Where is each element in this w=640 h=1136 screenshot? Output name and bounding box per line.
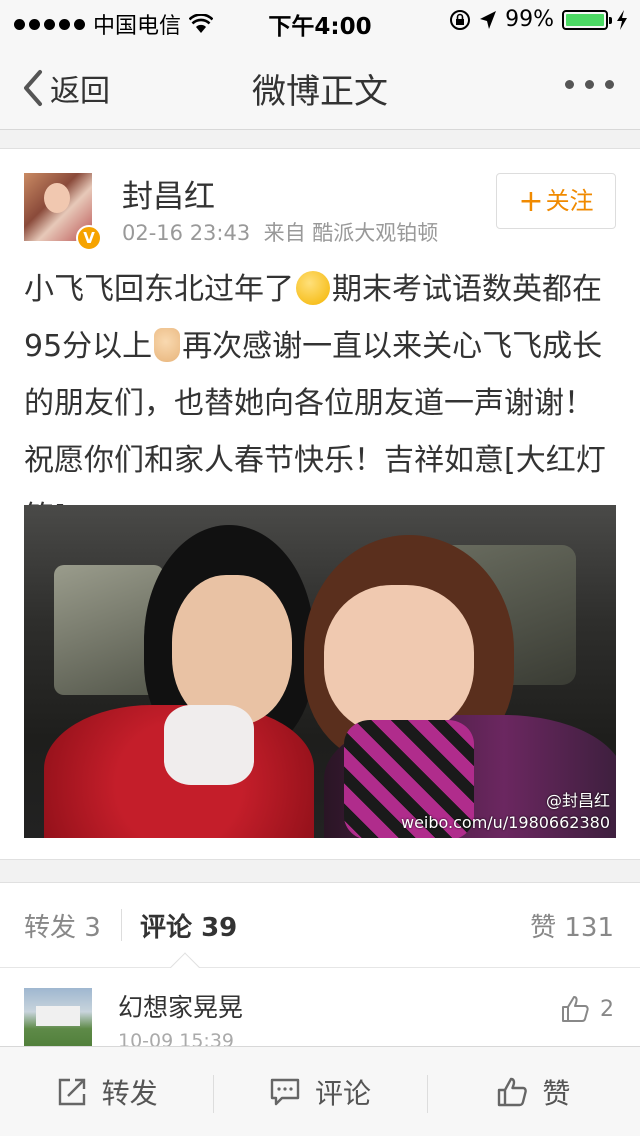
toolbar-divider — [213, 1075, 215, 1113]
nav-bar: 返回 微博正文 — [0, 40, 640, 130]
charging-bolt-icon — [617, 9, 627, 30]
battery-fill — [566, 13, 604, 26]
tab-reposts[interactable]: 转发 3 — [24, 907, 101, 944]
thumbs-up-emoji-icon — [154, 328, 181, 362]
watermark-url: weibo.com/u/1980662380 — [400, 813, 610, 832]
post-card: V 封昌红 02-16 23:43 来自 酷派大观铂顿 +关注 小飞飞回东北过年… — [0, 148, 640, 860]
post-source[interactable]: 酷派大观铂顿 — [312, 221, 438, 245]
toolbar-divider — [426, 1075, 428, 1113]
repost-label: 转发 — [101, 1076, 158, 1110]
status-bar-right: 99% — [449, 7, 628, 32]
page-title: 微博正文 — [252, 72, 388, 112]
follow-button[interactable]: +关注 — [496, 173, 616, 229]
battery-percent: 99% — [505, 7, 554, 32]
more-dot-icon — [565, 80, 574, 89]
follow-label: 关注 — [545, 187, 594, 215]
like-button[interactable]: 赞 — [426, 1047, 640, 1136]
post-text: 小飞飞回东北过年了 期末考试语数英都在95分以上 再次感谢一直以来关心飞飞成长的朋友… — [24, 261, 620, 546]
verified-badge-icon: V — [76, 225, 102, 251]
status-bar: 中国电信 下午4:00 99% — [0, 0, 640, 40]
more-options-button[interactable] — [565, 80, 614, 89]
comment-label: 评论 — [314, 1076, 371, 1110]
orientation-lock-icon — [450, 9, 471, 30]
image-watermark: @封昌红 weibo.com/u/1980662380 — [401, 790, 610, 834]
tab-likes[interactable]: 赞 131 — [530, 907, 614, 944]
more-dot-icon — [605, 80, 614, 89]
tab-comments-label: 评论 — [140, 913, 193, 943]
location-arrow-icon — [480, 10, 497, 29]
thumbs-up-icon — [498, 1077, 528, 1106]
comment-like-button[interactable]: 2 — [560, 994, 614, 1024]
more-dot-icon — [585, 80, 594, 89]
interaction-tabs: 转发 3 评论 39 赞 131 — [0, 882, 640, 984]
comment-icon — [270, 1078, 300, 1105]
comment-button[interactable]: 评论 — [213, 1047, 426, 1136]
tab-divider — [121, 909, 122, 941]
post-meta: 02-16 23:43 来自 酷派大观铂顿 — [122, 217, 438, 247]
post-time: 02-16 23:43 — [122, 221, 251, 245]
author-name[interactable]: 封昌红 — [122, 171, 215, 216]
tab-comments[interactable]: 评论 39 — [140, 907, 237, 944]
watermark-name: @封昌红 — [545, 791, 610, 810]
post-text-part: 小飞飞回东北过年了 — [24, 272, 294, 307]
commenter-name[interactable]: 幻想家晃晃 — [118, 988, 243, 1024]
repost-icon — [58, 1078, 85, 1105]
repost-button[interactable]: 转发 — [0, 1047, 213, 1136]
bottom-toolbar: 转发 评论 赞 — [0, 1046, 640, 1136]
like-label: 赞 — [542, 1076, 571, 1110]
blush-kiss-emoji-icon — [296, 271, 330, 305]
post-image[interactable]: @封昌红 weibo.com/u/1980662380 — [24, 505, 616, 838]
thumbs-up-icon — [562, 996, 589, 1022]
tab-comments-count: 39 — [201, 913, 238, 943]
comment-like-count: 2 — [600, 996, 614, 1022]
battery-icon — [562, 9, 612, 30]
source-prefix: 来自 — [263, 221, 306, 245]
plus-icon: + — [518, 184, 544, 219]
comment-item[interactable]: 幻想家晃晃 10-09 15:39 2 — [0, 968, 640, 1058]
